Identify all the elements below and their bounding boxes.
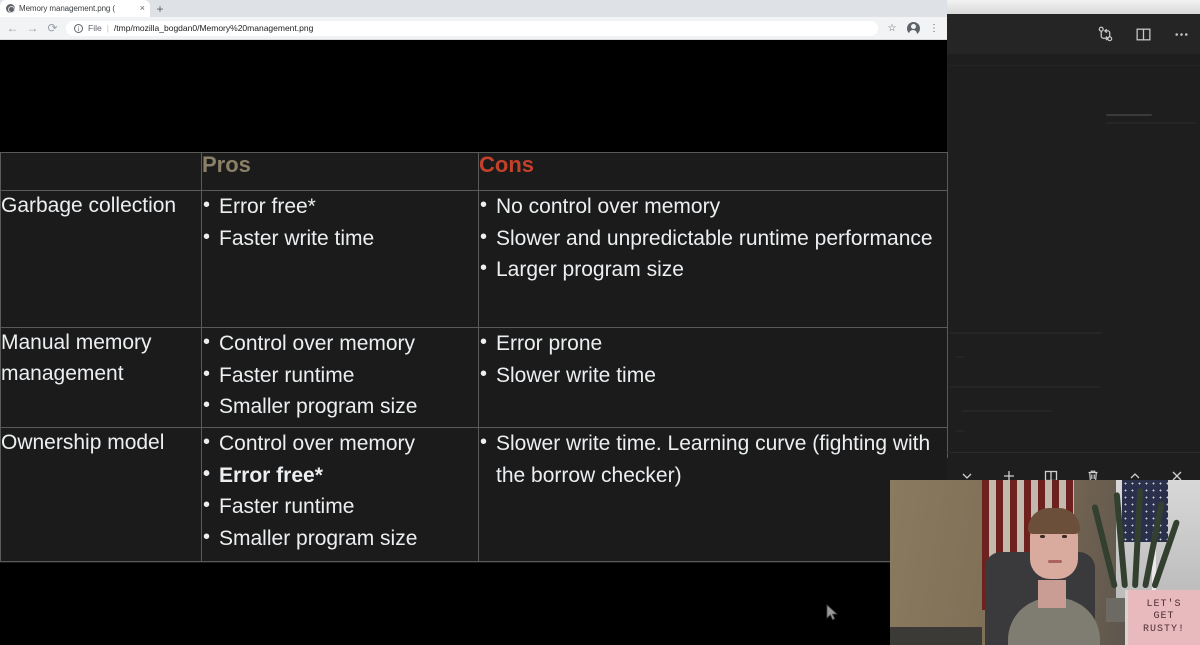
list-item: Faster write time bbox=[202, 222, 478, 255]
memory-management-table: Pros Cons Garbage collection Error free* bbox=[0, 152, 948, 563]
code-line bbox=[956, 356, 964, 358]
list-item: Faster runtime bbox=[202, 490, 478, 523]
code-line bbox=[962, 410, 1052, 412]
mouse-cursor bbox=[826, 604, 839, 627]
browser-toolbar: ← → ⟳ i File | /tmp/mozilla_bogdan0/Memo… bbox=[0, 17, 947, 40]
bookmark-star-icon[interactable]: ☆ bbox=[885, 21, 899, 35]
table-header-row: Pros Cons bbox=[0, 152, 948, 191]
editor-title-bar bbox=[946, 0, 1200, 14]
code-line bbox=[1106, 114, 1152, 116]
forward-button[interactable]: → bbox=[26, 22, 39, 35]
back-button[interactable]: ← bbox=[6, 22, 19, 35]
row-cons-garbage-collection: No control over memory Slower and unpred… bbox=[478, 190, 948, 328]
row-pros-ownership-model: Control over memory Error free* Faster r… bbox=[201, 427, 479, 562]
person-eye-left bbox=[1040, 535, 1045, 538]
list-item: Error free* bbox=[202, 190, 478, 223]
table-header-blank bbox=[0, 152, 202, 191]
person-mouth bbox=[1048, 560, 1062, 563]
list-item: Smaller program size bbox=[202, 390, 478, 423]
omnibox-separator: | bbox=[106, 23, 109, 33]
list-item: Control over memory bbox=[202, 327, 478, 360]
source-control-compare-icon[interactable] bbox=[1094, 23, 1116, 45]
sign-line-2: GET bbox=[1153, 611, 1175, 623]
scheme-label: File bbox=[88, 23, 102, 33]
row-label-ownership-model: Ownership model bbox=[0, 427, 202, 562]
person-hair bbox=[1028, 508, 1080, 534]
row-label-garbage-collection: Garbage collection bbox=[0, 190, 202, 328]
table-header-pros: Pros bbox=[201, 152, 479, 191]
table-row: Garbage collection Error free* Faster wr… bbox=[0, 190, 948, 328]
webcam-overlay[interactable]: LET'S GET RUSTY! bbox=[890, 480, 1200, 645]
list-item: Slower write time bbox=[479, 359, 947, 392]
list-item: Slower and unpredictable runtime perform… bbox=[479, 222, 947, 255]
code-line bbox=[950, 332, 1102, 334]
editor-breadcrumb bbox=[946, 54, 1200, 66]
table-row: Manual memory management Control over me… bbox=[0, 327, 948, 428]
list-item: Slower write time. Learning curve (fight… bbox=[479, 427, 947, 491]
more-actions-icon[interactable] bbox=[1170, 23, 1192, 45]
browser-tab-strip: Memory management.png ( × + bbox=[0, 0, 947, 17]
code-line bbox=[956, 430, 964, 432]
list-item: Smaller program size bbox=[202, 522, 478, 555]
code-line bbox=[1106, 122, 1200, 124]
browser-tab-title: Memory management.png ( bbox=[19, 4, 115, 13]
page-info-icon[interactable]: i bbox=[74, 23, 83, 33]
list-item: Larger program size bbox=[479, 253, 947, 286]
list-item: Error prone bbox=[479, 327, 947, 360]
sign-line-3: RUSTY! bbox=[1142, 623, 1185, 635]
split-editor-icon[interactable] bbox=[1132, 23, 1154, 45]
table-row: Ownership model Control over memory Erro… bbox=[0, 427, 948, 562]
row-pros-garbage-collection: Error free* Faster write time bbox=[201, 190, 479, 328]
panel-divider bbox=[946, 452, 1200, 453]
desk-surface bbox=[890, 627, 982, 645]
browser-tab-memory-management[interactable]: Memory management.png ( × bbox=[0, 0, 150, 17]
browser-menu-icon[interactable]: ⋮ bbox=[927, 21, 941, 35]
address-bar[interactable]: i File | /tmp/mozilla_bogdan0/Memory%20m… bbox=[66, 20, 878, 36]
lets-get-rusty-sign: LET'S GET RUSTY! bbox=[1125, 590, 1200, 645]
row-cons-ownership-model: Slower write time. Learning curve (fight… bbox=[478, 427, 948, 562]
reload-button[interactable]: ⟳ bbox=[46, 22, 59, 35]
new-tab-button[interactable]: + bbox=[150, 0, 170, 17]
address-bar-url: /tmp/mozilla_bogdan0/Memory%20management… bbox=[113, 23, 314, 33]
list-item: No control over memory bbox=[479, 190, 947, 223]
list-item: Control over memory bbox=[202, 427, 478, 460]
avatar[interactable] bbox=[906, 21, 920, 35]
close-icon[interactable]: × bbox=[140, 4, 145, 13]
browser-window: Memory management.png ( × + ← → ⟳ i File… bbox=[0, 0, 948, 645]
sign-line-1: LET'S bbox=[1146, 598, 1182, 610]
row-pros-manual-memory-management: Control over memory Faster runtime Small… bbox=[201, 327, 479, 428]
image-viewport[interactable]: Pros Cons Garbage collection Error free* bbox=[0, 41, 948, 645]
person-neck bbox=[1038, 580, 1066, 608]
person-eye-right bbox=[1062, 535, 1067, 538]
image-file-icon bbox=[6, 4, 15, 13]
code-line bbox=[950, 386, 1100, 388]
table-header-cons: Cons bbox=[478, 152, 948, 191]
screen: Memory management.png ( × + ← → ⟳ i File… bbox=[0, 0, 1200, 645]
editor-tab-bar bbox=[946, 14, 1200, 54]
row-label-manual-memory-management: Manual memory management bbox=[0, 327, 202, 428]
row-cons-manual-memory-management: Error prone Slower write time bbox=[478, 327, 948, 428]
list-item: Faster runtime bbox=[202, 359, 478, 392]
list-item: Error free* bbox=[202, 459, 478, 492]
